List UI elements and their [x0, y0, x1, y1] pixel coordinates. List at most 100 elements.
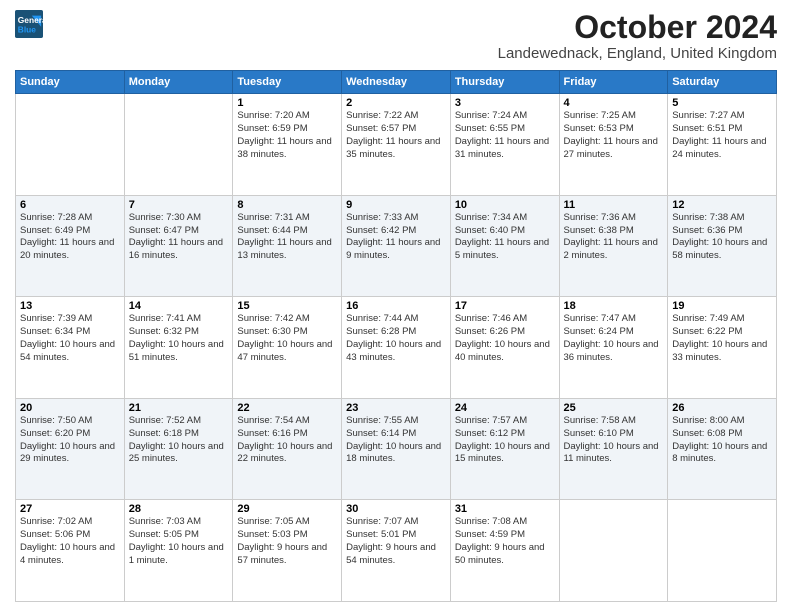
day-info: Sunrise: 7:46 AM Sunset: 6:26 PM Dayligh… — [455, 313, 555, 364]
table-row: 6Sunrise: 7:28 AM Sunset: 6:49 PM Daylig… — [16, 195, 125, 297]
day-info: Sunrise: 7:47 AM Sunset: 6:24 PM Dayligh… — [564, 313, 664, 364]
location: Landewednack, England, United Kingdom — [498, 45, 777, 62]
day-number: 10 — [455, 199, 555, 211]
day-info: Sunrise: 7:34 AM Sunset: 6:40 PM Dayligh… — [455, 212, 555, 263]
table-row: 12Sunrise: 7:38 AM Sunset: 6:36 PM Dayli… — [668, 195, 777, 297]
day-number: 2 — [346, 97, 446, 109]
table-row: 8Sunrise: 7:31 AM Sunset: 6:44 PM Daylig… — [233, 195, 342, 297]
calendar-week-row: 6Sunrise: 7:28 AM Sunset: 6:49 PM Daylig… — [16, 195, 777, 297]
day-number: 4 — [564, 97, 664, 109]
day-number: 22 — [237, 402, 337, 414]
day-number: 31 — [455, 503, 555, 515]
day-number: 29 — [237, 503, 337, 515]
day-number: 24 — [455, 402, 555, 414]
day-number: 20 — [20, 402, 120, 414]
table-row: 9Sunrise: 7:33 AM Sunset: 6:42 PM Daylig… — [342, 195, 451, 297]
day-info: Sunrise: 7:02 AM Sunset: 5:06 PM Dayligh… — [20, 516, 120, 567]
month-title: October 2024 — [498, 10, 777, 45]
day-info: Sunrise: 7:49 AM Sunset: 6:22 PM Dayligh… — [672, 313, 772, 364]
table-row: 27Sunrise: 7:02 AM Sunset: 5:06 PM Dayli… — [16, 500, 125, 602]
table-row: 31Sunrise: 7:08 AM Sunset: 4:59 PM Dayli… — [450, 500, 559, 602]
day-info: Sunrise: 7:55 AM Sunset: 6:14 PM Dayligh… — [346, 415, 446, 466]
day-number: 14 — [129, 300, 229, 312]
table-row: 14Sunrise: 7:41 AM Sunset: 6:32 PM Dayli… — [124, 297, 233, 399]
day-number: 15 — [237, 300, 337, 312]
day-info: Sunrise: 7:03 AM Sunset: 5:05 PM Dayligh… — [129, 516, 229, 567]
table-row: 18Sunrise: 7:47 AM Sunset: 6:24 PM Dayli… — [559, 297, 668, 399]
day-number: 17 — [455, 300, 555, 312]
day-info: Sunrise: 7:07 AM Sunset: 5:01 PM Dayligh… — [346, 516, 446, 567]
day-info: Sunrise: 7:33 AM Sunset: 6:42 PM Dayligh… — [346, 212, 446, 263]
table-row: 16Sunrise: 7:44 AM Sunset: 6:28 PM Dayli… — [342, 297, 451, 399]
day-number: 7 — [129, 199, 229, 211]
day-info: Sunrise: 7:54 AM Sunset: 6:16 PM Dayligh… — [237, 415, 337, 466]
day-info: Sunrise: 7:25 AM Sunset: 6:53 PM Dayligh… — [564, 110, 664, 161]
page: General Blue October 2024 Landewednack, … — [0, 0, 792, 612]
table-row — [559, 500, 668, 602]
table-row: 21Sunrise: 7:52 AM Sunset: 6:18 PM Dayli… — [124, 398, 233, 500]
day-number: 3 — [455, 97, 555, 109]
day-number: 23 — [346, 402, 446, 414]
title-area: October 2024 Landewednack, England, Unit… — [498, 10, 777, 62]
table-row: 19Sunrise: 7:49 AM Sunset: 6:22 PM Dayli… — [668, 297, 777, 399]
table-row: 26Sunrise: 8:00 AM Sunset: 6:08 PM Dayli… — [668, 398, 777, 500]
day-info: Sunrise: 7:39 AM Sunset: 6:34 PM Dayligh… — [20, 313, 120, 364]
day-info: Sunrise: 7:42 AM Sunset: 6:30 PM Dayligh… — [237, 313, 337, 364]
day-info: Sunrise: 7:41 AM Sunset: 6:32 PM Dayligh… — [129, 313, 229, 364]
header-wednesday: Wednesday — [342, 71, 451, 94]
table-row: 10Sunrise: 7:34 AM Sunset: 6:40 PM Dayli… — [450, 195, 559, 297]
header: General Blue October 2024 Landewednack, … — [15, 10, 777, 62]
header-tuesday: Tuesday — [233, 71, 342, 94]
calendar-week-row: 1Sunrise: 7:20 AM Sunset: 6:59 PM Daylig… — [16, 94, 777, 196]
day-info: Sunrise: 7:52 AM Sunset: 6:18 PM Dayligh… — [129, 415, 229, 466]
day-info: Sunrise: 8:00 AM Sunset: 6:08 PM Dayligh… — [672, 415, 772, 466]
table-row — [668, 500, 777, 602]
calendar-header-row: Sunday Monday Tuesday Wednesday Thursday… — [16, 71, 777, 94]
table-row: 22Sunrise: 7:54 AM Sunset: 6:16 PM Dayli… — [233, 398, 342, 500]
day-info: Sunrise: 7:38 AM Sunset: 6:36 PM Dayligh… — [672, 212, 772, 263]
day-number: 28 — [129, 503, 229, 515]
day-number: 8 — [237, 199, 337, 211]
header-sunday: Sunday — [16, 71, 125, 94]
day-info: Sunrise: 7:50 AM Sunset: 6:20 PM Dayligh… — [20, 415, 120, 466]
day-number: 21 — [129, 402, 229, 414]
day-number: 16 — [346, 300, 446, 312]
table-row: 13Sunrise: 7:39 AM Sunset: 6:34 PM Dayli… — [16, 297, 125, 399]
table-row: 17Sunrise: 7:46 AM Sunset: 6:26 PM Dayli… — [450, 297, 559, 399]
calendar-week-row: 27Sunrise: 7:02 AM Sunset: 5:06 PM Dayli… — [16, 500, 777, 602]
table-row: 30Sunrise: 7:07 AM Sunset: 5:01 PM Dayli… — [342, 500, 451, 602]
table-row: 23Sunrise: 7:55 AM Sunset: 6:14 PM Dayli… — [342, 398, 451, 500]
day-number: 13 — [20, 300, 120, 312]
table-row: 15Sunrise: 7:42 AM Sunset: 6:30 PM Dayli… — [233, 297, 342, 399]
table-row: 7Sunrise: 7:30 AM Sunset: 6:47 PM Daylig… — [124, 195, 233, 297]
logo-icon: General Blue — [15, 10, 43, 38]
logo: General Blue — [15, 10, 43, 38]
day-info: Sunrise: 7:36 AM Sunset: 6:38 PM Dayligh… — [564, 212, 664, 263]
table-row: 24Sunrise: 7:57 AM Sunset: 6:12 PM Dayli… — [450, 398, 559, 500]
table-row: 4Sunrise: 7:25 AM Sunset: 6:53 PM Daylig… — [559, 94, 668, 196]
table-row: 5Sunrise: 7:27 AM Sunset: 6:51 PM Daylig… — [668, 94, 777, 196]
day-info: Sunrise: 7:28 AM Sunset: 6:49 PM Dayligh… — [20, 212, 120, 263]
day-number: 27 — [20, 503, 120, 515]
day-number: 11 — [564, 199, 664, 211]
header-saturday: Saturday — [668, 71, 777, 94]
day-number: 25 — [564, 402, 664, 414]
table-row: 11Sunrise: 7:36 AM Sunset: 6:38 PM Dayli… — [559, 195, 668, 297]
day-number: 18 — [564, 300, 664, 312]
table-row: 2Sunrise: 7:22 AM Sunset: 6:57 PM Daylig… — [342, 94, 451, 196]
day-info: Sunrise: 7:22 AM Sunset: 6:57 PM Dayligh… — [346, 110, 446, 161]
table-row — [16, 94, 125, 196]
calendar-table: Sunday Monday Tuesday Wednesday Thursday… — [15, 70, 777, 602]
day-info: Sunrise: 7:58 AM Sunset: 6:10 PM Dayligh… — [564, 415, 664, 466]
day-number: 6 — [20, 199, 120, 211]
table-row: 1Sunrise: 7:20 AM Sunset: 6:59 PM Daylig… — [233, 94, 342, 196]
day-info: Sunrise: 7:31 AM Sunset: 6:44 PM Dayligh… — [237, 212, 337, 263]
day-info: Sunrise: 7:08 AM Sunset: 4:59 PM Dayligh… — [455, 516, 555, 567]
day-number: 1 — [237, 97, 337, 109]
header-thursday: Thursday — [450, 71, 559, 94]
day-info: Sunrise: 7:24 AM Sunset: 6:55 PM Dayligh… — [455, 110, 555, 161]
table-row: 20Sunrise: 7:50 AM Sunset: 6:20 PM Dayli… — [16, 398, 125, 500]
table-row — [124, 94, 233, 196]
header-monday: Monday — [124, 71, 233, 94]
day-info: Sunrise: 7:30 AM Sunset: 6:47 PM Dayligh… — [129, 212, 229, 263]
